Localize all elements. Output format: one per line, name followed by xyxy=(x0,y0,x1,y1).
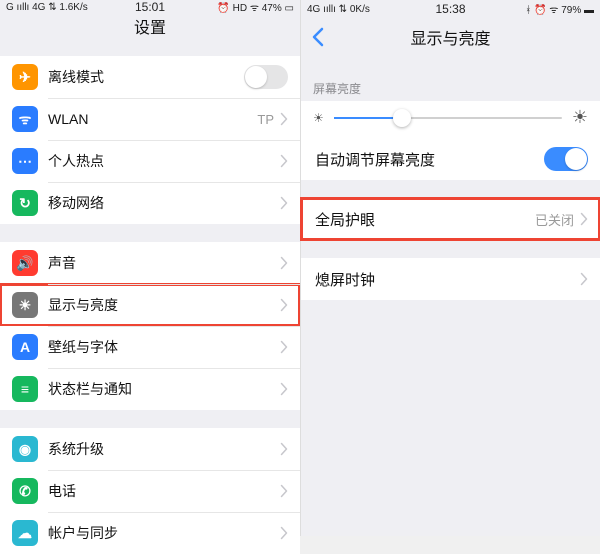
nav-bar: 显示与亮度 xyxy=(301,18,600,56)
chevron-right-icon xyxy=(280,526,288,540)
row-label: 自动调节屏幕亮度 xyxy=(315,149,544,170)
chevron-right-icon xyxy=(280,256,288,270)
chevron-right-icon xyxy=(580,212,588,226)
row-icon: ☁ xyxy=(12,520,38,546)
brightness-low-icon: ☀ xyxy=(313,111,324,125)
row-value: TP xyxy=(257,112,274,127)
page-title: 显示与亮度 xyxy=(410,25,490,49)
status-right: ⏰ HD ᯤ 47% ▭ xyxy=(217,0,294,14)
chevron-right-icon xyxy=(280,484,288,498)
chevron-right-icon xyxy=(280,382,288,396)
row-离线模式[interactable]: ✈ 离线模式 xyxy=(0,56,300,98)
chevron-right-icon xyxy=(580,272,588,286)
section-label: 屏幕亮度 xyxy=(301,74,600,101)
row-label: 状态栏与通知 xyxy=(48,379,280,399)
settings-group-0: ✈ 离线模式 ᯤ WLANTP ⋯ 个人热点 ↻ 移动网络 xyxy=(0,56,300,224)
row-label: 移动网络 xyxy=(48,193,280,213)
settings-group-2: ◉ 系统升级 ✆ 电话 ☁ 帐户与同步 xyxy=(0,428,300,554)
row-label: 系统升级 xyxy=(48,439,280,459)
row-label: 离线模式 xyxy=(48,67,244,87)
row-全局护眼[interactable]: 全局护眼已关闭 xyxy=(301,198,600,240)
page-title: 设置 xyxy=(134,14,166,38)
row-icon: ✆ xyxy=(12,478,38,504)
chevron-right-icon xyxy=(280,196,288,210)
row-移动网络[interactable]: ↻ 移动网络 xyxy=(0,182,300,224)
display-brightness-screen: 4G ııllı ⇅ 0K/s 15:38 ᚼ ⏰ ᯤ 79% ▬ 显示与亮度 … xyxy=(300,0,600,536)
row-value: 已关闭 xyxy=(535,210,574,229)
row-icon: ≡ xyxy=(12,376,38,402)
status-bar: 4G ııllı ⇅ 0K/s 15:38 ᚼ ⏰ ᯤ 79% ▬ xyxy=(301,0,600,18)
row-系统升级[interactable]: ◉ 系统升级 xyxy=(0,428,300,470)
chevron-right-icon xyxy=(280,112,288,126)
chevron-right-icon xyxy=(280,442,288,456)
status-time: 15:38 xyxy=(435,2,465,16)
row-label: 个人热点 xyxy=(48,151,280,171)
row-icon: ᯤ xyxy=(12,106,38,132)
row-icon: ◉ xyxy=(12,436,38,462)
status-left: 4G ııllı ⇅ 0K/s xyxy=(307,4,370,15)
back-button[interactable] xyxy=(311,26,325,53)
row-自动调节屏幕亮度[interactable]: 自动调节屏幕亮度 xyxy=(301,138,600,180)
toggle[interactable] xyxy=(244,65,288,89)
status-time: 15:01 xyxy=(135,0,165,14)
row-label: WLAN xyxy=(48,111,257,127)
brightness-slider[interactable] xyxy=(334,117,562,119)
row-帐户与同步[interactable]: ☁ 帐户与同步 xyxy=(0,512,300,554)
row-壁纸与字体[interactable]: A 壁纸与字体 xyxy=(0,326,300,368)
row-label: 显示与亮度 xyxy=(48,295,280,315)
row-icon: 🔊 xyxy=(12,250,38,276)
settings-screen: G ııllı 4G ⇅ 1.6K/s 15:01 ⏰ HD ᯤ 47% ▭ 设… xyxy=(0,0,300,536)
brightness-section: ☀ ☀ 自动调节屏幕亮度 xyxy=(301,101,600,180)
settings-group-1: 🔊 声音 ☀ 显示与亮度 A 壁纸与字体 ≡ 状态栏与通知 xyxy=(0,242,300,410)
row-label: 熄屏时钟 xyxy=(315,269,580,290)
row-icon: A xyxy=(12,334,38,360)
brightness-high-icon: ☀ xyxy=(572,107,588,128)
display-options-section: 全局护眼已关闭 xyxy=(301,198,600,240)
brightness-slider-row: ☀ ☀ xyxy=(301,101,600,138)
status-right: ᚼ ⏰ ᯤ 79% ▬ xyxy=(525,2,594,16)
chevron-right-icon xyxy=(280,340,288,354)
display-options-section-2: 熄屏时钟 xyxy=(301,258,600,300)
chevron-right-icon xyxy=(280,154,288,168)
row-电话[interactable]: ✆ 电话 xyxy=(0,470,300,512)
row-个人热点[interactable]: ⋯ 个人热点 xyxy=(0,140,300,182)
row-icon: ⋯ xyxy=(12,148,38,174)
row-icon: ☀ xyxy=(12,292,38,318)
row-状态栏与通知[interactable]: ≡ 状态栏与通知 xyxy=(0,368,300,410)
status-left: G ııllı 4G ⇅ 1.6K/s xyxy=(6,2,88,13)
row-icon: ✈ xyxy=(12,64,38,90)
row-label: 壁纸与字体 xyxy=(48,337,280,357)
chevron-right-icon xyxy=(280,298,288,312)
row-label: 全局护眼 xyxy=(315,209,535,230)
row-熄屏时钟[interactable]: 熄屏时钟 xyxy=(301,258,600,300)
row-声音[interactable]: 🔊 声音 xyxy=(0,242,300,284)
row-icon: ↻ xyxy=(12,190,38,216)
chevron-left-icon xyxy=(311,26,325,48)
row-label: 声音 xyxy=(48,253,280,273)
row-WLAN[interactable]: ᯤ WLANTP xyxy=(0,98,300,140)
row-显示与亮度[interactable]: ☀ 显示与亮度 xyxy=(0,284,300,326)
toggle[interactable] xyxy=(544,147,588,171)
row-label: 帐户与同步 xyxy=(48,523,280,543)
row-label: 电话 xyxy=(48,481,280,501)
nav-bar: 设置 xyxy=(0,14,300,38)
status-bar: G ııllı 4G ⇅ 1.6K/s 15:01 ⏰ HD ᯤ 47% ▭ xyxy=(0,0,300,14)
